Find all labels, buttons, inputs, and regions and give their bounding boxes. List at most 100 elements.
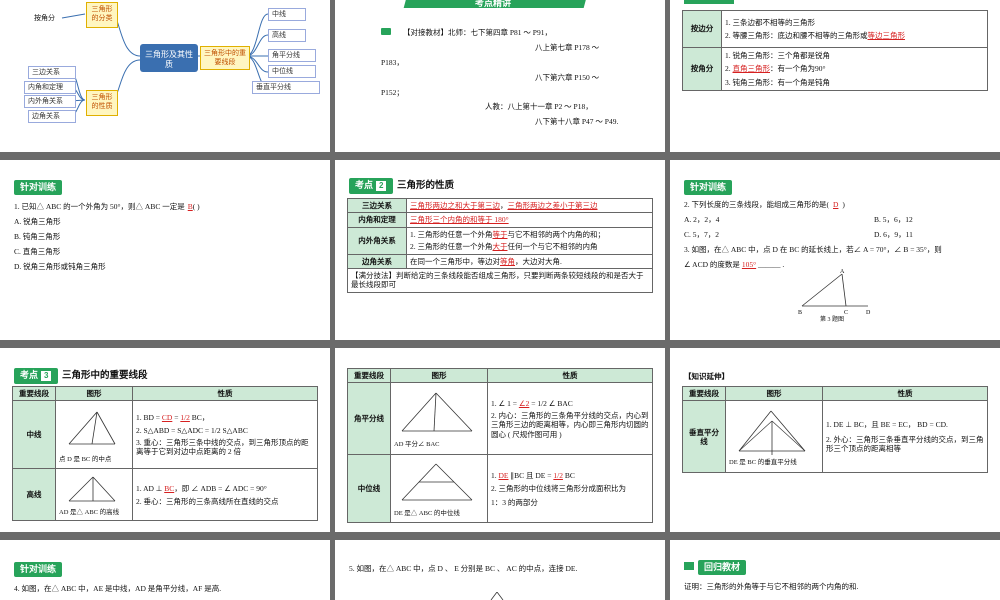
col-segment: 重要线段 bbox=[347, 367, 391, 384]
option-c[interactable]: C. 直角三角形 bbox=[14, 247, 60, 256]
median-p2-b: S△ABC bbox=[222, 425, 248, 435]
slide-triangle-properties[interactable]: 考点 2 三角形的性质 三边关系 三角形两边之和大于第三边，三角形两边之差小于第三… bbox=[335, 160, 665, 340]
median-figure-cell: 点 D 是 BC 的中点 bbox=[55, 400, 133, 470]
properties-table: 三边关系 三角形两边之和大于第三边，三角形两边之差小于第三边 内角和定理 三角形… bbox=[347, 197, 653, 293]
q2-option-c[interactable]: C. 5，7，2 bbox=[684, 230, 719, 239]
slide-mind-map[interactable]: 按角分 三角形的分类 三角形及其性质 三角形中的重要线段 中线 高线 角平分线 … bbox=[0, 0, 330, 152]
median-figure bbox=[68, 411, 116, 445]
mind-classification-box: 三角形的分类 bbox=[86, 2, 118, 28]
side-sum-rule: 三角形两边之和大于第三边 bbox=[410, 201, 500, 210]
q2-option-d[interactable]: D. 6，9，11 bbox=[874, 230, 913, 239]
perp-p1: 1. DE ⊥ BC，且 BE = EC， BD = CD. bbox=[826, 420, 948, 430]
col-figure: 图形 bbox=[725, 385, 823, 402]
angles-item-3: 3. 钝角三角形：有一个角是钝角 bbox=[725, 77, 830, 87]
slide-practice-4[interactable]: 5. 如图，在△ ABC 中，点 D 、 E 分别是 BC 、 AC 的中点，连… bbox=[335, 540, 665, 600]
practice-tag: 针对训练 bbox=[14, 180, 63, 196]
label-median: 中线 bbox=[12, 400, 56, 470]
slide-segments-2[interactable]: 重要线段 图形 性质 角平分线 AD 平分∠ BAC 1. ∠ 1 = ∠2 =… bbox=[335, 348, 665, 532]
altitude-figure bbox=[68, 476, 116, 502]
section-title: 三角形的性质 bbox=[397, 180, 455, 191]
median-p2-half: 1/2 bbox=[211, 425, 221, 435]
label-midline: 中位线 bbox=[347, 454, 391, 524]
bisector-p1: 1. ∠ 1 = ∠2 = 1/2 ∠ BAC bbox=[491, 399, 649, 408]
segments-table-2: 重要线段 图形 性质 角平分线 AD 平分∠ BAC 1. ∠ 1 = ∠2 =… bbox=[347, 367, 653, 524]
ext-2-answer: 大于 bbox=[492, 242, 508, 252]
midline-p1-a: 1. bbox=[491, 470, 497, 480]
perp-bisector-figure bbox=[738, 410, 806, 455]
option-d[interactable]: D. 锐角三角形或钝角三角形 bbox=[14, 262, 106, 271]
ext-1-answer: 等于 bbox=[492, 229, 508, 239]
fig-label-b: B bbox=[798, 310, 802, 316]
midline-p1-c: BC bbox=[564, 470, 575, 480]
bisector-figure-cell: AD 平分∠ BAC bbox=[390, 382, 488, 456]
exam-point-number: 2 bbox=[375, 180, 388, 192]
label-perp-bisector: 垂直平分线 bbox=[682, 400, 726, 474]
perp-p2: 2. 外心：三角形三条垂直平分线的交点，到三角形三个顶点的距离相等 bbox=[826, 434, 984, 454]
bisector-p1-answer: ∠2 bbox=[518, 398, 530, 408]
midline-p1-b: ∥BC 且 DE = bbox=[510, 470, 552, 480]
side-diff-rule: 三角形两边之差小于第三边 bbox=[507, 201, 598, 210]
bisector-p1-b: = bbox=[531, 398, 536, 408]
median-p1-b: = bbox=[174, 413, 179, 423]
slide-classification[interactable]: 按边分 1. 三条边都不相等的三角形 2. 等腰三角形：底边和腰不相等的三角形或… bbox=[670, 0, 1000, 152]
col-property: 性质 bbox=[822, 385, 988, 402]
midline-caption: DE 是△ ABC 的中位线 bbox=[394, 510, 460, 517]
bisector-p1-half: 1/2 bbox=[537, 398, 547, 408]
row-label-sides: 按边分 bbox=[682, 10, 722, 48]
col-segment: 重要线段 bbox=[682, 385, 726, 402]
sides-item-1: 1. 三条边都不相等的三角形 bbox=[725, 17, 815, 27]
slide-back-to-textbook[interactable]: 回归教材 证明：三角形的外角等于与它不相邻的两个内角的和. bbox=[670, 540, 1000, 600]
side-angle-b: ，大边对大角. bbox=[515, 256, 562, 266]
slide-important-segments[interactable]: 考点 3 三角形中的重要线段 重要线段 图形 性质 中线 点 D 是 BC 的中点… bbox=[0, 348, 330, 532]
mind-left-item-1: 内角和定理 bbox=[24, 81, 76, 94]
angles-item-2: 2. 直角三角形：有一个角为90° bbox=[725, 64, 984, 73]
altitude-properties: 1. AD ⊥ BC，即 ∠ ADB = ∠ ADC = 90° 2. 垂心：三… bbox=[132, 468, 318, 522]
altitude-p1-b: ，即 ∠ ADB = ∠ ADC = 90° bbox=[174, 483, 267, 493]
q2-option-a[interactable]: A. 2，2，4 bbox=[684, 215, 719, 224]
question-5: 5. 如图，在△ ABC 中，点 D 、 E 分别是 BC 、 AC 的中点，连… bbox=[349, 564, 578, 573]
slide-practice-3[interactable]: 针对训练 4. 如图，在△ ABC 中，AE 是中线，AD 是角平分线，AF 是… bbox=[0, 540, 330, 600]
midline-p3: 1：3 的两部分 bbox=[491, 497, 538, 507]
median-p1-a: 1. BD = bbox=[136, 413, 161, 423]
col-figure: 图形 bbox=[55, 385, 133, 402]
exam-point-tag: 考点 2 bbox=[349, 178, 394, 194]
textbook-line-1: 八上第七章 P178 ～ bbox=[535, 43, 600, 52]
section-title: 三角形中的重要线段 bbox=[62, 370, 148, 381]
label-exterior-angle: 内外角关系 bbox=[347, 226, 407, 255]
midline-p2: 2. 三角形的中位线将三角形分成面积比为 bbox=[491, 484, 626, 494]
mind-right-item-4: 垂直平分线 bbox=[252, 81, 320, 94]
classification-table: 按边分 1. 三条边都不相等的三角形 2. 等腰三角形：底边和腰不相等的三角形或… bbox=[682, 10, 988, 91]
altitude-figure-cell: AD 是△ ABC 的高线 bbox=[55, 468, 133, 522]
question-2: 2. 下列长度的三条线段，能组成三角形的是(D) bbox=[684, 200, 845, 209]
mind-left-item-3: 边角关系 bbox=[28, 110, 76, 123]
option-a[interactable]: A. 锐角三角形 bbox=[14, 217, 61, 226]
exam-point-tag-text: 考点 bbox=[20, 370, 39, 380]
question-3-answer: 105° bbox=[741, 260, 757, 269]
sides-item-2: 2. 等腰三角形：底边和腰不相等的三角形或等边三角形 bbox=[725, 31, 984, 40]
figure-q3: A B C D bbox=[798, 269, 871, 316]
fig-label-d: D bbox=[866, 310, 871, 316]
perp-properties: 1. DE ⊥ BC，且 BE = EC， BD = CD. 2. 外心：三角形… bbox=[822, 400, 988, 474]
option-b[interactable]: B. 钝角三角形 bbox=[14, 232, 60, 241]
fig-label-a: A bbox=[840, 269, 845, 275]
col-property: 性质 bbox=[132, 385, 318, 402]
col-property: 性质 bbox=[487, 367, 653, 384]
slide-perpendicular-bisector[interactable]: 【知识延伸】 重要线段 图形 性质 垂直平分线 DE 是 BC 的垂直平分线 1… bbox=[670, 348, 1000, 532]
angle-sum-rule: 三角形三个内角的和等于 180° bbox=[410, 215, 509, 225]
textbook-line-0: 【对接教材】北师：七下第四章 P81 ～ P91， bbox=[403, 28, 552, 37]
exam-point-number: 3 bbox=[40, 370, 53, 382]
slide-exam-points[interactable]: 考点精讲 【对接教材】北师：七下第四章 P81 ～ P91， 八上第七章 P17… bbox=[335, 0, 665, 152]
question-1-paren: ( ) bbox=[192, 202, 200, 211]
label-side-angle: 边角关系 bbox=[347, 253, 407, 269]
median-p1-c: BC， bbox=[191, 413, 210, 423]
slide-practice-1[interactable]: 针对训练 1. 已知△ ABC 的一个外角为 50°，则△ ABC 一定是 B( … bbox=[0, 160, 330, 340]
median-p1-half: 1/2 bbox=[180, 413, 190, 423]
row-label-angles: 按角分 bbox=[682, 47, 722, 91]
side-angle-a: 在同一个三角形中，等边对 bbox=[410, 256, 500, 266]
sides-item-2-text: 2. 等腰三角形：底边和腰不相等的三角形或 bbox=[725, 31, 868, 40]
textbook-line-4: P152； bbox=[381, 88, 404, 97]
slide-practice-2[interactable]: 针对训练 2. 下列长度的三条线段，能组成三角形的是(D) A. 2，2，4 B… bbox=[670, 160, 1000, 340]
question-3-text: ∠ ACD 的度数是 bbox=[684, 260, 740, 269]
perp-figure-cell: DE 是 BC 的垂直平分线 bbox=[725, 400, 823, 474]
q2-option-b[interactable]: B. 5，6，12 bbox=[874, 215, 913, 224]
